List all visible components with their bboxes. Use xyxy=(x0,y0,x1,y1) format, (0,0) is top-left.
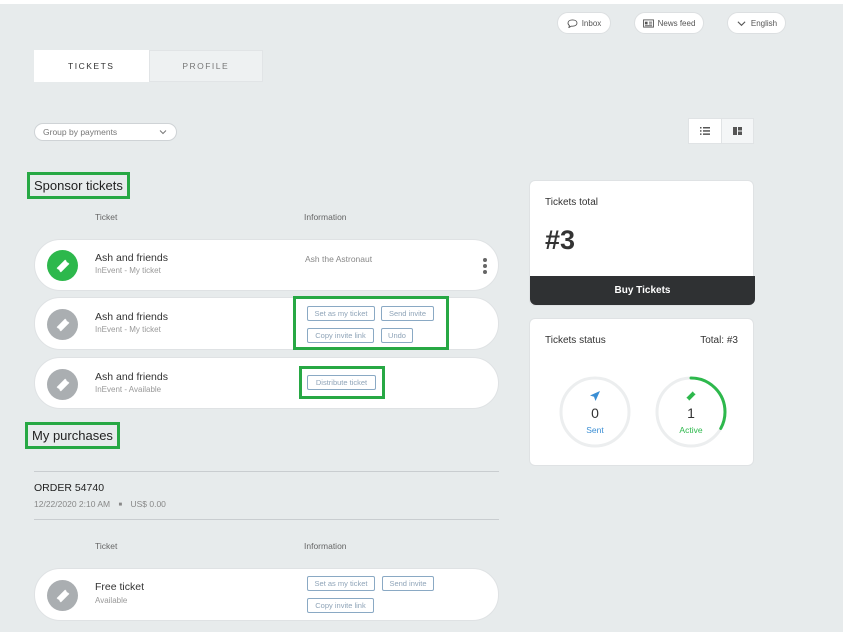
undo-button[interactable]: Undo xyxy=(381,328,413,343)
list-view-button[interactable] xyxy=(689,119,721,143)
divider xyxy=(34,519,499,520)
tab-bar: TICKETS PROFILE xyxy=(34,50,263,82)
newsfeed-button[interactable]: News feed xyxy=(634,12,704,34)
tab-tickets[interactable]: TICKETS xyxy=(34,50,149,82)
order-number: ORDER 54740 xyxy=(34,482,105,494)
ticket-title: Ash and friends xyxy=(95,311,168,323)
purchases-col-information: Information xyxy=(304,541,347,551)
purchases-col-ticket: Ticket xyxy=(95,541,118,551)
grid-view-button[interactable] xyxy=(720,119,753,143)
language-button[interactable]: English xyxy=(727,12,786,34)
list-icon xyxy=(699,127,710,135)
tickets-status-label: Tickets status xyxy=(545,335,606,346)
divider xyxy=(34,471,499,472)
group-by-select[interactable]: Group by payments xyxy=(34,123,177,141)
more-options-icon[interactable] xyxy=(483,258,487,274)
sent-value: 0 xyxy=(591,405,599,421)
paper-plane-icon xyxy=(590,391,600,401)
tab-profile[interactable]: PROFILE xyxy=(148,50,263,82)
chevron-down-icon xyxy=(159,130,167,135)
ticket-icon xyxy=(47,369,78,400)
order-amount: US$ 0.00 xyxy=(130,499,166,509)
tickets-total-label: Tickets total xyxy=(545,197,598,208)
buy-tickets-button[interactable]: Buy Tickets xyxy=(530,276,755,305)
language-label: English xyxy=(750,18,778,28)
my-purchases-title: My purchases xyxy=(25,422,120,449)
ticket-subtitle: InEvent - My ticket xyxy=(95,266,161,275)
order-meta: 12/22/2020 2:10 AM ■ US$ 0.00 xyxy=(34,499,166,509)
set-as-my-ticket-button[interactable]: Set as my ticket xyxy=(307,576,375,591)
ticket-icon xyxy=(47,580,78,611)
sponsor-tickets-title: Sponsor tickets xyxy=(27,172,130,199)
chat-bubble-icon xyxy=(567,18,578,28)
copy-invite-link-button[interactable]: Copy invite link xyxy=(307,598,374,613)
sponsor-col-ticket: Ticket xyxy=(95,212,118,222)
ticket-subtitle: InEvent - Available xyxy=(95,385,162,394)
inbox-label: Inbox xyxy=(581,18,602,28)
newsfeed-label: News feed xyxy=(657,18,696,28)
active-label: Active xyxy=(679,425,703,435)
set-as-my-ticket-button[interactable]: Set as my ticket xyxy=(307,306,375,321)
ticket-icon xyxy=(686,391,696,401)
inbox-button[interactable]: Inbox xyxy=(557,12,611,34)
tickets-total-panel: Tickets total #3 Buy Tickets xyxy=(529,180,755,306)
distribute-ticket-button[interactable]: Distribute ticket xyxy=(307,375,376,390)
send-invite-button[interactable]: Send invite xyxy=(381,306,434,321)
ticket-subtitle: InEvent - My ticket xyxy=(95,325,161,334)
send-invite-button[interactable]: Send invite xyxy=(382,576,434,591)
ticket-icon xyxy=(47,309,78,340)
top-edge xyxy=(0,0,843,4)
order-date: 12/22/2020 2:10 AM xyxy=(34,499,111,509)
newspaper-icon xyxy=(642,18,654,28)
ticket-subtitle: Available xyxy=(95,596,128,605)
sent-gauge: 0 Sent xyxy=(558,375,632,449)
ticket-title: Ash and friends xyxy=(95,371,168,383)
copy-invite-link-button[interactable]: Copy invite link xyxy=(307,328,374,343)
active-gauge: 1 Active xyxy=(654,375,728,449)
sponsor-col-information: Information xyxy=(304,212,347,222)
ticket-card[interactable]: Ash and friends InEvent - My ticket Ash … xyxy=(34,239,499,291)
active-value: 1 xyxy=(687,405,695,421)
ticket-card[interactable]: Ash and friends InEvent - Available xyxy=(34,357,499,409)
view-toggle xyxy=(688,118,754,144)
tickets-status-total: Total: #3 xyxy=(700,335,738,346)
ticket-holder-name: Ash the Astronaut xyxy=(305,254,373,264)
sent-label: Sent xyxy=(586,425,604,435)
group-by-value: Group by payments xyxy=(43,127,118,137)
ticket-title: Ash and friends xyxy=(95,252,168,264)
ticket-title: Free ticket xyxy=(95,581,145,593)
tickets-status-panel: Tickets status Total: #3 0 Sent 1 Active xyxy=(529,318,754,466)
grid-icon xyxy=(732,127,742,135)
tickets-total-value: #3 xyxy=(545,225,576,255)
order-separator: ■ xyxy=(118,502,123,508)
chevron-down-icon xyxy=(737,20,746,26)
ticket-icon xyxy=(47,250,78,281)
